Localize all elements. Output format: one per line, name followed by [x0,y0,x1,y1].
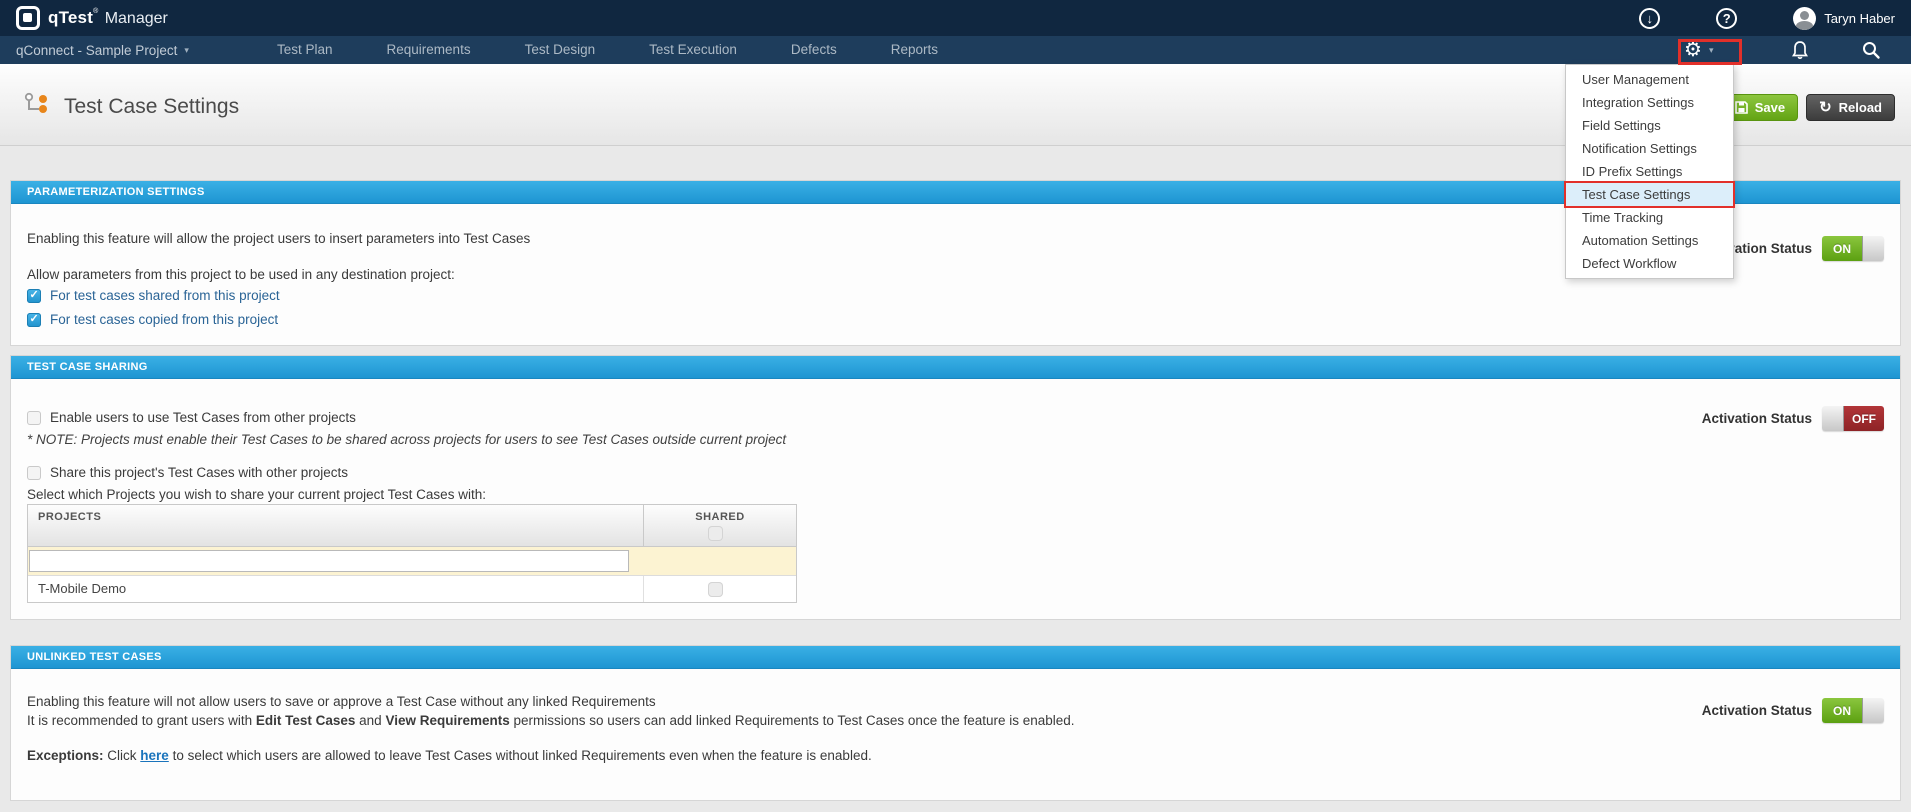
test-case-sharing-section: TEST CASE SHARING Enable users to use Te… [10,355,1901,620]
project-selector-label: qConnect - Sample Project [16,43,177,58]
shared-testcases-checkbox[interactable] [27,289,41,303]
shared-select-all-checkbox[interactable] [708,526,723,541]
menu-item-test-case-settings[interactable]: Test Case Settings [1566,183,1733,206]
menu-item-defect-workflow[interactable]: Defect Workflow [1566,252,1733,275]
main-nav: Test Plan Requirements Test Design Test … [250,36,965,64]
reload-button-label: Reload [1839,100,1882,115]
share-table-filter-row [28,547,796,576]
copied-testcases-label: For test cases copied from this project [50,312,278,327]
nav-reports[interactable]: Reports [864,36,965,64]
select-projects-label: Select which Projects you wish to share … [27,487,486,502]
toggle-knob [1862,236,1884,261]
toggle-on-label: ON [1822,236,1862,261]
menu-item-automation-settings[interactable]: Automation Settings [1566,229,1733,252]
project-selector[interactable]: qConnect - Sample Project ▾ [16,36,189,64]
exceptions-post: to select which users are allowed to lea… [169,748,872,763]
share-table-header: PROJECTS SHARED [28,505,796,547]
unlinked-section-header: UNLINKED TEST CASES [11,646,1900,669]
toggle-knob [1862,698,1884,723]
row-shared-checkbox[interactable] [708,582,723,597]
topbar: qTest® Manager ↓ ? Taryn Haber [0,0,1911,36]
brand-product: Manager [105,10,168,27]
table-row: T-Mobile Demo [28,576,796,602]
menu-item-user-management[interactable]: User Management [1566,68,1733,91]
enable-use-testcases-label: Enable users to use Test Cases from othe… [50,410,356,425]
notifications-bell-icon[interactable] [1790,40,1810,65]
line2-post: permissions so users can add linked Requ… [510,713,1075,728]
sharing-note: * NOTE: Projects must enable their Test … [27,432,786,447]
user-name[interactable]: Taryn Haber [1824,11,1895,26]
copied-testcases-checkbox[interactable] [27,313,41,327]
projects-column-header: PROJECTS [28,505,644,546]
share-projects-table: PROJECTS SHARED T-Mobile Demo [27,504,797,603]
line2-mid: and [355,713,385,728]
menu-item-id-prefix-settings[interactable]: ID Prefix Settings [1566,160,1733,183]
line2-bold-view: View Requirements [385,713,509,728]
toggle-on-label: ON [1822,698,1862,723]
save-button-label: Save [1755,100,1785,115]
activation-status-label: Activation Status [1702,411,1812,426]
project-filter-input[interactable] [29,550,629,572]
chevron-down-icon: ▾ [184,45,189,56]
menu-item-integration-settings[interactable]: Integration Settings [1566,91,1733,114]
gear-caret-icon: ▾ [1709,45,1714,56]
qtest-logo-icon [16,6,40,30]
download-icon[interactable]: ↓ [1639,8,1660,29]
line2-pre: It is recommended to grant users with [27,713,256,728]
sharing-section-header: TEST CASE SHARING [11,356,1900,379]
nav-requirements[interactable]: Requirements [360,36,498,64]
enable-use-testcases-checkbox[interactable] [27,411,41,425]
settings-gear-button[interactable]: ⚙ ▾ [1684,36,1713,64]
nav-defects[interactable]: Defects [764,36,864,64]
nav-test-plan[interactable]: Test Plan [250,36,360,64]
apps-grid-icon[interactable] [1566,10,1583,27]
nav-test-design[interactable]: Test Design [498,36,623,64]
gear-icon: ⚙ [1684,40,1702,60]
unlinked-line2: It is recommended to grant users with Ed… [27,713,1075,728]
toggle-knob [1822,406,1844,431]
reload-button[interactable]: ↻ Reload [1806,94,1895,121]
toggle-off-label: OFF [1844,406,1884,431]
project-name-cell: T-Mobile Demo [28,576,644,602]
user-avatar[interactable] [1793,7,1816,30]
menu-item-time-tracking[interactable]: Time Tracking [1566,206,1733,229]
parameterization-activation-toggle[interactable]: ON [1822,236,1884,261]
activation-status-label: Activation Status [1702,703,1812,718]
unlinked-line1: Enabling this feature will not allow use… [27,694,656,709]
line2-bold-edit: Edit Test Cases [256,713,356,728]
unlinked-test-cases-section: UNLINKED TEST CASES Enabling this featur… [10,645,1901,801]
navbar: qConnect - Sample Project ▾ Test Plan Re… [0,36,1911,64]
menu-item-notification-settings[interactable]: Notification Settings [1566,137,1733,160]
sharing-activation-toggle[interactable]: OFF [1822,406,1884,431]
shared-column-header: SHARED [695,511,744,523]
exceptions-here-link[interactable]: here [140,748,169,763]
exceptions-label: Exceptions: [27,748,104,763]
help-icon[interactable]: ? [1716,8,1737,29]
search-icon[interactable] [1861,40,1881,65]
unlinked-activation-toggle[interactable]: ON [1822,698,1884,723]
test-case-settings-icon [24,91,50,122]
registered-mark: ® [93,8,98,15]
share-project-testcases-checkbox[interactable] [27,466,41,480]
page-title: Test Case Settings [64,95,239,119]
settings-dropdown-menu: User Management Integration Settings Fie… [1565,64,1734,279]
exceptions-line: Exceptions: Click here to select which u… [27,748,872,763]
menu-item-field-settings[interactable]: Field Settings [1566,114,1733,137]
reload-icon: ↻ [1819,100,1832,115]
exceptions-pre: Click [104,748,141,763]
brand-name: qTest [48,8,93,27]
shared-testcases-label: For test cases shared from this project [50,288,280,303]
nav-test-execution[interactable]: Test Execution [622,36,764,64]
parameterization-description: Enabling this feature will allow the pro… [27,231,530,246]
topbar-actions: ↓ ? Taryn Haber [1566,0,1895,36]
allow-parameters-label: Allow parameters from this project to be… [27,267,455,282]
qtest-logo[interactable]: qTest® Manager [16,6,168,30]
share-project-testcases-label: Share this project's Test Cases with oth… [50,465,348,480]
save-floppy-icon [1735,101,1748,114]
